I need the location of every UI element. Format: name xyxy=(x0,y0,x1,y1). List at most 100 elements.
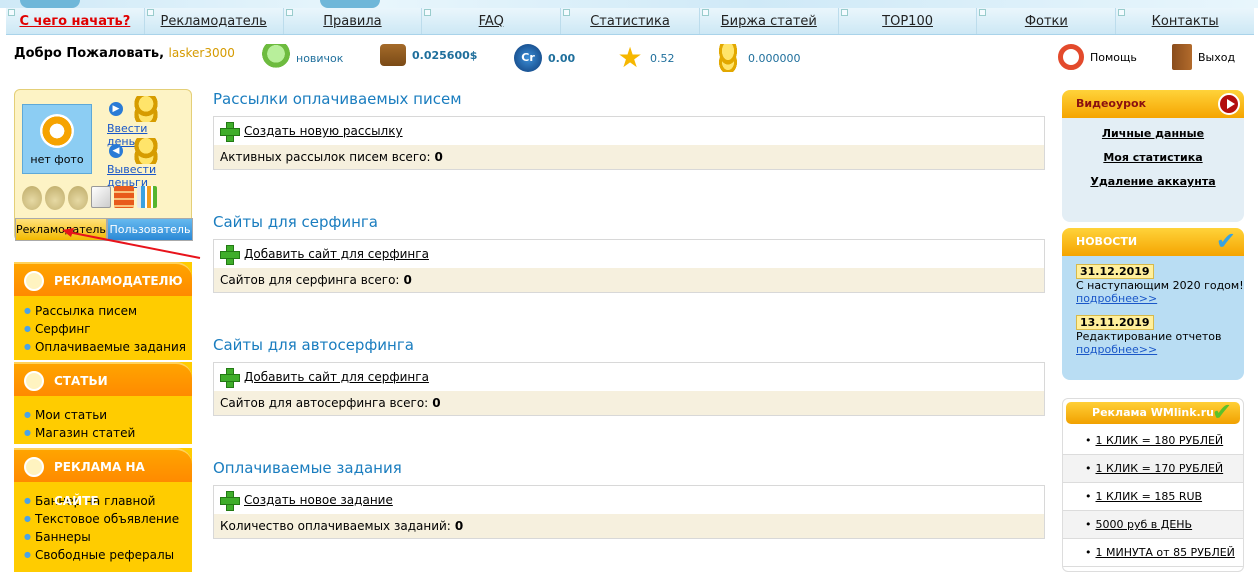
menu-item-paid-tasks[interactable]: Оплачиваемые задания xyxy=(14,338,192,356)
nav-item-start[interactable]: С чего начать? xyxy=(6,8,144,34)
placeholder-avatar-icon xyxy=(40,114,74,148)
nav-marker-icon xyxy=(1118,9,1126,16)
section-box: Создать новую рассылку Активных рассылок… xyxy=(213,116,1045,170)
section-title: Сайты для автосерфинга xyxy=(213,336,414,354)
nav-marker-icon xyxy=(840,9,848,16)
section-summary: Сайтов для автосерфинга всего: 0 xyxy=(214,391,1044,415)
plus-icon xyxy=(220,368,240,388)
plus-icon xyxy=(220,122,240,142)
menu-item-mailing[interactable]: Рассылка писем xyxy=(14,302,192,320)
stat-rank: новичок xyxy=(262,44,343,72)
news-date: 13.11.2019 xyxy=(1076,315,1154,330)
profile-panel: нет фото ▶ Ввести деньги ◀ Вывести деньг… xyxy=(14,89,193,241)
ad-link[interactable]: 5000 руб в ДЕНЬ xyxy=(1063,511,1243,539)
section-title: Рассылки оплачиваемых писем xyxy=(213,90,462,108)
play-icon[interactable] xyxy=(1218,93,1240,115)
menu-articles: СТАТЬИ Мои статьи Магазин статей xyxy=(14,362,192,444)
create-mailing-button[interactable]: Создать новую рассылку xyxy=(214,117,1044,145)
link-my-statistics[interactable]: Моя статистика xyxy=(1062,146,1244,170)
panel-body: 1 КЛИК = 180 РУБЛЕЙ 1 КЛИК = 170 РУБЛЕЙ … xyxy=(1063,427,1243,567)
section-box: Добавить сайт для серфинга Сайтов для се… xyxy=(213,239,1045,293)
nav-marker-icon xyxy=(8,9,15,16)
nav-marker-icon xyxy=(563,9,571,16)
bricks-icon[interactable] xyxy=(114,186,134,208)
plus-icon xyxy=(220,491,240,511)
link-personal-data[interactable]: Личные данные xyxy=(1062,122,1244,146)
chest-icon xyxy=(380,44,406,66)
news-date: 31.12.2019 xyxy=(1076,264,1154,279)
coins-stack-icon xyxy=(129,138,163,164)
stat-rating: ★ 0.52 xyxy=(617,41,675,74)
lifebuoy-icon xyxy=(1058,44,1084,70)
news-more-link[interactable]: подробнее>> xyxy=(1076,292,1157,305)
section-surfing: Сайты для серфинга Добавить сайт для сер… xyxy=(213,213,1045,293)
section-title: Оплачиваемые задания xyxy=(213,459,402,477)
section-title: Сайты для серфинга xyxy=(213,213,378,231)
chair-icon xyxy=(24,271,44,291)
ad-link[interactable]: 1 КЛИК = 185 RUB xyxy=(1063,483,1243,511)
nav-item-statistics[interactable]: Статистика xyxy=(560,8,699,34)
section-summary: Количество оплачиваемых заданий: 0 xyxy=(214,514,1044,538)
arrow-right-icon: ▶ xyxy=(109,102,123,116)
section-paid-tasks: Оплачиваемые задания Создать новое задан… xyxy=(213,459,1045,539)
menu-item-article-shop[interactable]: Магазин статей xyxy=(14,424,192,442)
status-bar: Добро Пожаловать, lasker3000 новичок 0.0… xyxy=(0,40,1258,80)
nav-item-top100[interactable]: TOP100 xyxy=(837,8,977,34)
banner-decoration xyxy=(320,0,380,8)
add-autosurf-site-button[interactable]: Добавить сайт для серфинга xyxy=(214,363,1044,391)
add-surf-site-button[interactable]: Добавить сайт для серфинга xyxy=(214,240,1044,268)
news-panel: НОВОСТИ ✔ 31.12.2019 С наступающим 2020 г… xyxy=(1062,228,1244,380)
stat-coins: 0.000000 xyxy=(714,44,801,72)
medal-icon xyxy=(45,186,65,210)
exit-button[interactable]: Выход xyxy=(1172,44,1235,70)
document-icon xyxy=(24,371,44,391)
stat-balance: 0.025600$ xyxy=(380,44,477,66)
menu-item-banners[interactable]: Баннеры xyxy=(14,528,192,546)
nav-item-rules[interactable]: Правила xyxy=(282,8,422,34)
chart-icon[interactable] xyxy=(137,186,157,208)
section-mailings: Рассылки оплачиваемых писем Создать нову… xyxy=(213,90,1045,170)
notepad-icon[interactable] xyxy=(91,186,111,208)
menu-item-my-articles[interactable]: Мои статьи xyxy=(14,406,192,424)
menu-item-main-banner[interactable]: Баннер на главной xyxy=(14,492,192,510)
nav-marker-icon xyxy=(285,9,293,16)
wmlink-ads-panel: Реклама WMlink.ru✔ 1 КЛИК = 180 РУБЛЕЙ 1… xyxy=(1062,398,1244,572)
nav-item-advertiser[interactable]: Рекламодатель xyxy=(143,8,283,34)
main-nav: С чего начать? Рекламодатель Правила FAQ… xyxy=(6,8,1254,35)
help-button[interactable]: Помощь xyxy=(1058,44,1137,70)
panel-header: Реклама WMlink.ru ✔ xyxy=(1063,399,1243,427)
nav-item-faq[interactable]: FAQ xyxy=(421,8,560,34)
user-photo[interactable]: нет фото xyxy=(22,104,92,174)
menu-header: СТАТЬИ xyxy=(14,362,192,396)
menu-item-text-ad[interactable]: Текстовое объявление xyxy=(14,510,192,528)
top-banner xyxy=(0,0,1258,8)
ad-link[interactable]: 1 МИНУТА от 85 РУБЛЕЙ xyxy=(1063,539,1243,567)
menu-item-free-referrals[interactable]: Свободные рефералы xyxy=(14,546,192,564)
nav-item-article-exchange[interactable]: Биржа статей xyxy=(698,8,838,34)
news-item: 13.11.2019 Редактирование отчетов подроб… xyxy=(1076,315,1222,356)
link-delete-account[interactable]: Удаление аккаунта xyxy=(1062,170,1244,194)
door-exit-icon xyxy=(1172,44,1192,70)
nav-item-photos[interactable]: Фотки xyxy=(976,8,1115,34)
section-summary: Сайтов для серфинга всего: 0 xyxy=(214,268,1044,292)
ad-link[interactable]: 1 КЛИК = 170 РУБЛЕЙ xyxy=(1063,455,1243,483)
menu-site-ads: РЕКЛАМА НА САЙТЕ Баннер на главной Текст… xyxy=(14,448,192,572)
stat-credits: Cr 0.00 xyxy=(514,44,575,72)
checkmark-icon: ✔ xyxy=(1215,228,1236,255)
news-item: 31.12.2019 С наступающим 2020 годом! под… xyxy=(1076,264,1244,305)
checkmark-icon: ✔ xyxy=(1211,398,1232,426)
menu-header: РЕКЛАМОДАТЕЛЮ xyxy=(14,262,192,296)
menu-item-surfing[interactable]: Серфинг xyxy=(14,320,192,338)
video-lesson-panel: Видеоурок Личные данные Моя статистика У… xyxy=(1062,90,1244,222)
panel-body: 31.12.2019 С наступающим 2020 годом! под… xyxy=(1062,256,1244,380)
coins-stack-icon xyxy=(129,96,163,122)
nav-item-contacts[interactable]: Контакты xyxy=(1115,8,1254,34)
nav-marker-icon xyxy=(979,9,987,16)
nav-marker-icon xyxy=(701,9,709,16)
create-task-button[interactable]: Создать новое задание xyxy=(214,486,1044,514)
red-arrow-annotation xyxy=(62,228,201,259)
section-summary: Активных рассылок писем всего: 0 xyxy=(214,145,1044,169)
ad-link[interactable]: 1 КЛИК = 180 РУБЛЕЙ xyxy=(1063,427,1243,455)
news-more-link[interactable]: подробнее>> xyxy=(1076,343,1157,356)
panel-header: Видеоурок xyxy=(1062,90,1244,118)
